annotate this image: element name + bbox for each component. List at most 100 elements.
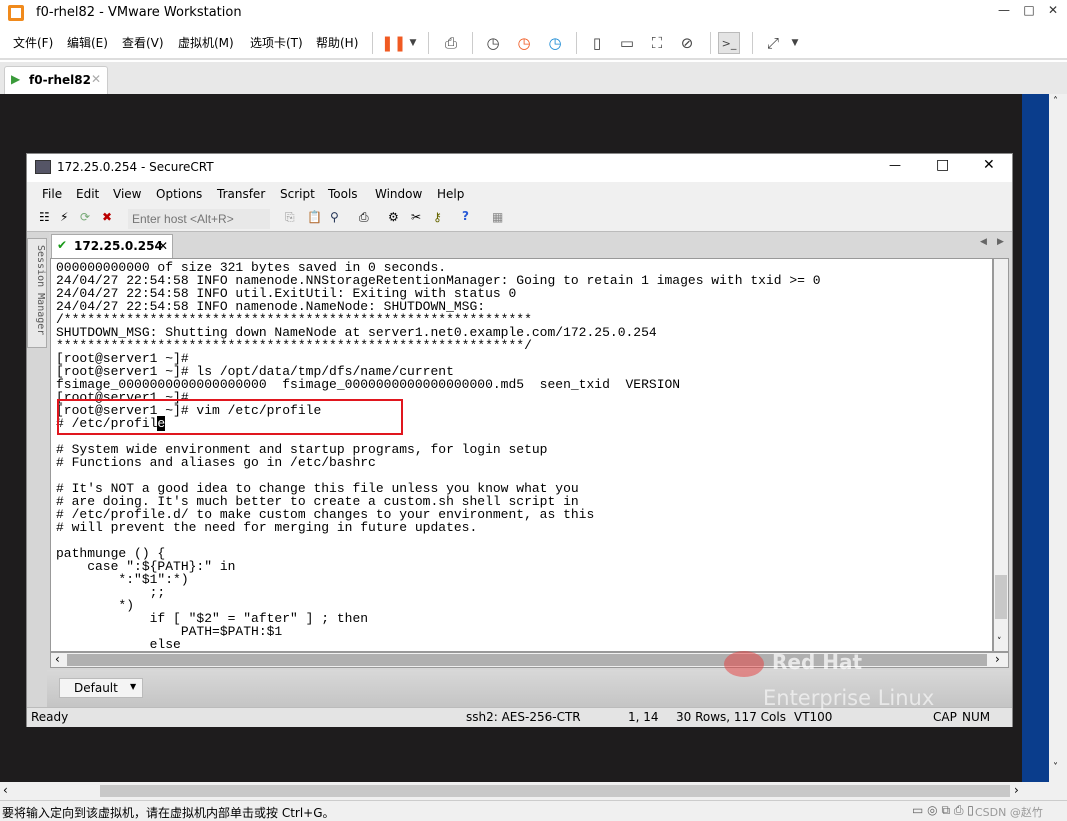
minimize-button[interactable]: — bbox=[889, 158, 901, 172]
securecrt-title-bar: 172.25.0.254 - SecureCRT — □ ✕ bbox=[27, 154, 1012, 182]
disconnect-icon[interactable]: ✖ bbox=[102, 210, 112, 224]
vm-horizontal-scrollbar[interactable]: ‹ › bbox=[0, 782, 1067, 800]
status-size: 30 Rows, 117 Cols bbox=[676, 710, 786, 724]
menu-file[interactable]: 文件(F) bbox=[13, 34, 53, 51]
dropdown-icon[interactable]: ▼ bbox=[130, 682, 136, 691]
minimize-button[interactable]: — bbox=[994, 3, 1014, 23]
global-options-icon[interactable]: ✂ bbox=[411, 210, 421, 224]
close-button[interactable]: ✕ bbox=[1043, 3, 1063, 23]
highlight-annotation bbox=[57, 399, 403, 435]
revert-snapshot-icon[interactable]: ◷ bbox=[513, 32, 535, 54]
scroll-thumb[interactable] bbox=[995, 575, 1007, 619]
menu-vm[interactable]: 虚拟机(M) bbox=[178, 34, 234, 51]
vmware-menu-bar: 文件(F) 编辑(E) 查看(V) 虚拟机(M) 选项卡(T) 帮助(H) ❚❚… bbox=[0, 26, 1067, 60]
terminal-horizontal-scrollbar[interactable]: ‹ › bbox=[50, 652, 1009, 668]
terminal-vertical-scrollbar[interactable]: ˅ bbox=[993, 258, 1009, 652]
scroll-right-icon[interactable]: › bbox=[1014, 783, 1019, 797]
chevron-down-icon[interactable]: ▼ bbox=[402, 32, 424, 54]
find-icon[interactable]: ⚲ bbox=[330, 210, 339, 224]
menu-help[interactable]: 帮助(H) bbox=[316, 34, 358, 51]
status-position: 1, 14 bbox=[628, 710, 659, 724]
menu-window[interactable]: Window bbox=[375, 187, 422, 201]
menu-help[interactable]: Help bbox=[437, 187, 464, 201]
status-cap: CAP bbox=[933, 710, 957, 724]
menu-transfer[interactable]: Transfer bbox=[217, 187, 265, 201]
unity-icon[interactable]: ⊘ bbox=[676, 32, 698, 54]
sidebar-icon[interactable]: ▯ bbox=[586, 32, 608, 54]
scroll-left-icon[interactable]: ‹ bbox=[3, 783, 8, 797]
status-num: NUM bbox=[962, 710, 991, 724]
vmware-title-bar: f0-rhel82 - VMware Workstation — □ ✕ bbox=[0, 0, 1067, 26]
quick-connect-icon[interactable]: ⚡ bbox=[60, 210, 68, 224]
button-bar-select[interactable]: Default ▼ bbox=[59, 678, 143, 698]
redhat-hat-icon bbox=[724, 650, 764, 677]
menu-options[interactable]: Options bbox=[156, 187, 202, 201]
menu-edit[interactable]: Edit bbox=[76, 187, 99, 201]
tab-scroll-left-icon[interactable]: ◀ bbox=[980, 237, 987, 247]
menu-script[interactable]: Script bbox=[280, 187, 315, 201]
scroll-down-icon[interactable]: ˅ bbox=[997, 637, 1002, 647]
tab-scroll-right-icon[interactable]: ▶ bbox=[997, 237, 1004, 247]
menu-tools[interactable]: Tools bbox=[328, 187, 358, 201]
scroll-right-icon[interactable]: › bbox=[995, 652, 1000, 666]
snapshot-icon[interactable]: ◷ bbox=[482, 32, 504, 54]
send-ctrl-alt-del-icon[interactable]: ⎙ bbox=[440, 32, 462, 54]
redhat-logo: Red Hat bbox=[724, 650, 862, 677]
reconnect-icon[interactable]: ⟳ bbox=[80, 210, 90, 224]
status-terminal: VT100 bbox=[794, 710, 833, 724]
securecrt-menu-bar: File Edit View Options Transfer Script T… bbox=[27, 182, 1012, 206]
menu-file[interactable]: File bbox=[42, 187, 62, 201]
chevron-down-icon[interactable]: ▼ bbox=[784, 32, 806, 54]
securecrt-title: 172.25.0.254 - SecureCRT bbox=[57, 160, 214, 174]
host-input[interactable] bbox=[128, 209, 270, 229]
terminal-line: else bbox=[149, 637, 181, 652]
lock-icon[interactable]: ▦ bbox=[492, 210, 503, 224]
session-options-icon[interactable]: ⚙ bbox=[388, 210, 399, 224]
session-tab-label: 172.25.0.254 bbox=[74, 239, 163, 253]
stretch-icon[interactable]: ⤢ bbox=[762, 32, 784, 54]
scroll-left-icon[interactable]: ‹ bbox=[55, 652, 60, 666]
paste-icon[interactable]: 📋 bbox=[307, 210, 322, 224]
menu-tabs[interactable]: 选项卡(T) bbox=[250, 34, 303, 51]
maximize-button[interactable]: □ bbox=[1019, 3, 1039, 23]
fullscreen-icon[interactable]: ⛶ bbox=[646, 32, 668, 54]
terminal-line: # will prevent the need for merging in f… bbox=[56, 520, 478, 535]
scroll-up-icon[interactable]: ˄ bbox=[1053, 96, 1058, 107]
session-tab-bar: ✔ 172.25.0.254 ✕ ◀ ▶ bbox=[49, 232, 1012, 260]
menu-view[interactable]: View bbox=[113, 187, 141, 201]
connect-icon[interactable]: ☷ bbox=[39, 210, 50, 224]
terminal[interactable]: 000000000000 of size 321 bytes saved in … bbox=[50, 258, 993, 652]
securecrt-window: 172.25.0.254 - SecureCRT — □ ✕ File Edit… bbox=[26, 153, 1013, 727]
redhat-product: Enterprise Linux bbox=[763, 686, 935, 710]
status-ready: Ready bbox=[31, 710, 69, 724]
menu-edit[interactable]: 编辑(E) bbox=[67, 34, 108, 51]
print-icon[interactable]: ⎙ bbox=[359, 210, 369, 225]
menu-view[interactable]: 查看(V) bbox=[122, 34, 164, 51]
console-view-icon[interactable]: >_ bbox=[718, 32, 740, 54]
vm-tab[interactable]: ▶ f0-rhel82 ✕ bbox=[4, 66, 108, 94]
session-manager-tab[interactable]: Session Manager bbox=[27, 238, 47, 348]
session-tab[interactable]: ✔ 172.25.0.254 ✕ bbox=[51, 234, 173, 260]
close-tab-icon[interactable]: ✕ bbox=[158, 239, 168, 253]
securecrt-toolbar: ☷ ⚡ ⟳ ✖ ⎘ 📋 ⚲ ⎙ ⚙ ✂ ⚷ ? ▦ bbox=[27, 206, 1012, 232]
help-icon[interactable]: ? bbox=[462, 209, 469, 223]
close-button[interactable]: ✕ bbox=[983, 157, 995, 173]
securecrt-status-bar: Ready ssh2: AES-256-CTR 1, 14 30 Rows, 1… bbox=[27, 707, 1012, 727]
vm-vertical-scrollbar[interactable]: ˄ ˅ bbox=[1049, 94, 1067, 782]
pause-icon[interactable]: ❚❚ bbox=[381, 32, 406, 54]
connected-check-icon: ✔ bbox=[57, 238, 68, 252]
vm-tab-label: f0-rhel82 bbox=[29, 73, 91, 87]
copy-icon[interactable]: ⎘ bbox=[285, 210, 295, 225]
vmware-status-bar: 要将输入定向到该虚拟机，请在虚拟机内部单击或按 Ctrl+G。 ▭ ◎ ⧉ ⎙ … bbox=[0, 800, 1067, 821]
securecrt-logo-icon bbox=[35, 160, 51, 174]
close-tab-icon[interactable]: ✕ bbox=[91, 72, 101, 86]
device-icons[interactable]: ▭ ◎ ⧉ ⎙ ▯ bbox=[912, 803, 974, 818]
key-icon[interactable]: ⚷ bbox=[433, 210, 442, 224]
status-message: 要将输入定向到该虚拟机，请在虚拟机内部单击或按 Ctrl+G。 bbox=[2, 806, 335, 820]
maximize-button[interactable]: □ bbox=[936, 157, 949, 173]
snapshot-manager-icon[interactable]: ◷ bbox=[544, 32, 566, 54]
scroll-thumb[interactable] bbox=[100, 785, 1010, 797]
scroll-down-icon[interactable]: ˅ bbox=[1053, 762, 1058, 773]
vmware-logo-icon bbox=[8, 5, 24, 21]
thumbnail-icon[interactable]: ▭ bbox=[616, 32, 638, 54]
